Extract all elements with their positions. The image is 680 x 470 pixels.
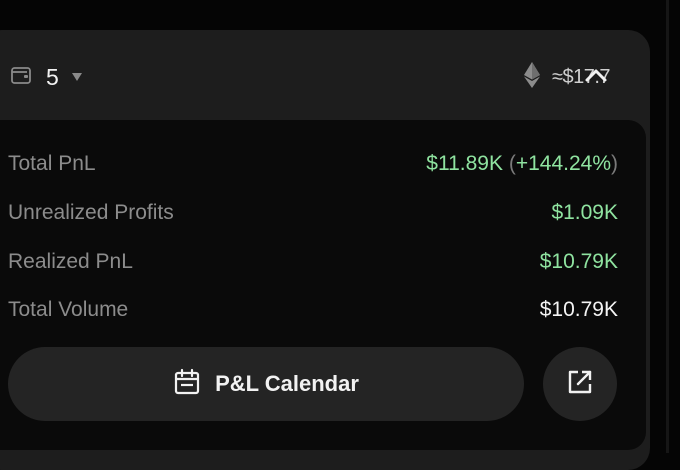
stat-value: $11.89K [426,152,503,175]
stat-value: $10.79K [539,298,618,321]
ethereum-icon [523,62,540,93]
stat-percent: +144.24% [515,152,611,175]
stat-label: Total PnL [8,152,96,175]
stat-row-unrealized: Unrealized Profits $1.09K [8,201,618,225]
chevron-up-icon [584,67,608,88]
stat-label: Realized PnL [8,250,133,273]
pnl-calendar-button[interactable]: P&L Calendar [8,347,524,421]
pct-paren-close: ) [611,152,618,175]
stat-value: $1.09K [551,201,618,224]
calendar-icon [173,368,201,401]
external-link-icon [565,367,595,402]
wallet-selector[interactable]: 5 [10,64,83,91]
wallet-icon [10,64,32,91]
stat-row-volume: Total Volume $10.79K [8,298,618,322]
collapse-button[interactable] [580,62,612,92]
caret-down-icon [71,69,83,87]
stat-value-group: $11.89K (+144.24%) [426,152,618,176]
stat-label: Total Volume [8,298,129,321]
stat-label: Unrealized Profits [8,201,174,224]
pnl-calendar-label: P&L Calendar [215,371,359,396]
pct-paren-open: ( [508,152,516,175]
stat-row-realized: Realized PnL $10.79K [8,250,618,274]
stat-value: $10.79K [539,250,618,273]
wallet-count: 5 [46,64,59,90]
stat-row-total-pnl: Total PnL $11.89K (+144.24%) [8,152,618,176]
outer-rail [666,0,669,453]
external-link-button[interactable] [543,347,617,421]
